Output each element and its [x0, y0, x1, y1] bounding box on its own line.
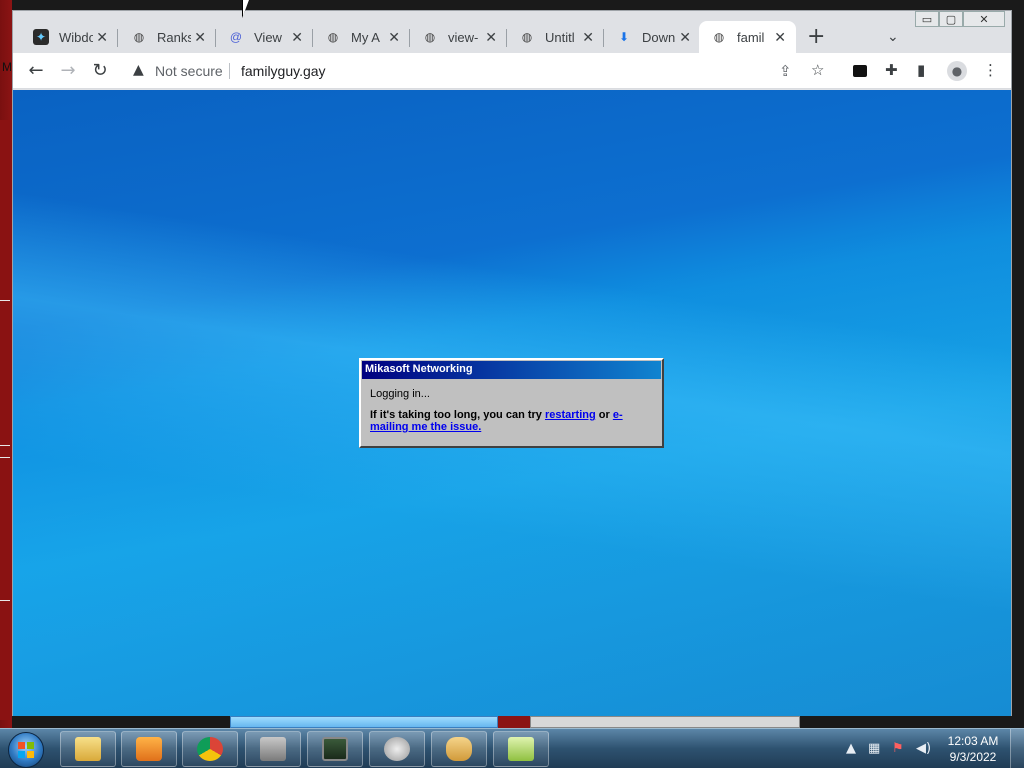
desktop-side-strip [0, 120, 12, 720]
share-icon[interactable]: ⇪ [779, 62, 792, 80]
tab-ranks[interactable]: ◍ Ranks ✕ [119, 21, 216, 53]
tab-title: Wibdo [59, 29, 93, 45]
tab-title: view- [448, 29, 479, 45]
taskbar: ▲ ▦ ⚑ ◀) 12:03 AM 9/3/2022 [0, 728, 1024, 768]
taskbar-media-player[interactable] [121, 731, 177, 767]
login-dialog: Mikasoft Networking Logging in... If it'… [359, 358, 664, 448]
close-tab-icon[interactable]: ✕ [679, 29, 691, 46]
dialog-status: Logging in... [370, 388, 430, 400]
dialog-title[interactable]: Mikasoft Networking [362, 361, 661, 379]
tab-title: famil [737, 29, 765, 45]
lock-icon [260, 737, 286, 761]
restart-link[interactable]: restarting [545, 409, 596, 421]
address-bar[interactable]: ▲ Not secure familyguy.gay ⇪ [125, 57, 815, 85]
handshake-icon [446, 737, 472, 761]
taskbar-handshake[interactable] [431, 731, 487, 767]
page-viewport: Mikasoft Networking Logging in... If it'… [13, 90, 1011, 716]
dialog-message: If it's taking too long, you can try res… [370, 409, 653, 433]
taskbar-chrome[interactable] [182, 731, 238, 767]
back-arrow-icon[interactable]: ← [25, 60, 47, 81]
message-text: If it's taking too long, you can try [370, 409, 542, 421]
globe-icon: ◍ [327, 30, 339, 44]
close-tab-icon[interactable]: ✕ [582, 29, 594, 46]
close-tab-icon[interactable]: ✕ [96, 29, 108, 46]
paint-icon [508, 737, 534, 761]
address-separator [229, 63, 230, 79]
volume-icon[interactable]: ◀) [916, 741, 931, 756]
windows-logo-icon [18, 742, 34, 758]
puzzle-icon[interactable]: ✚ [885, 61, 898, 79]
tab-downloads[interactable]: ⬇ Down ✕ [604, 21, 701, 53]
background-window-bar [230, 716, 498, 728]
globe-icon: ◍ [713, 30, 725, 44]
reload-icon[interactable]: ↻ [89, 60, 111, 81]
warning-icon[interactable]: ▲ [133, 62, 144, 78]
security-label[interactable]: Not secure [155, 63, 223, 79]
tab-view[interactable]: @ View ✕ [216, 21, 313, 53]
side-panel-icon[interactable]: ▮ [917, 61, 925, 79]
close-tab-icon[interactable]: ✕ [194, 29, 206, 46]
show-desktop-button[interactable] [1010, 729, 1024, 768]
message-text: or [598, 409, 610, 421]
tab-familyguy[interactable]: ◍ famil ✕ [699, 21, 796, 53]
speaker-icon [384, 737, 410, 761]
globe-icon: ◍ [133, 30, 145, 44]
folder-icon [75, 737, 101, 761]
browser-window: ▭ ▢ ✕ ✦ Wibdo ✕ ◍ Ranks ✕ @ View ✕ ◍ My … [12, 10, 1012, 716]
browser-toolbar: ← → ↻ ▲ Not secure familyguy.gay ⇪ ☆ ✚ ▮… [13, 53, 1011, 89]
tab-title: My A [351, 29, 380, 45]
monitor-icon [322, 737, 348, 761]
tab-search-chevron-icon[interactable]: ⌄ [887, 29, 899, 45]
desktop-gap [498, 716, 530, 728]
network-icon[interactable]: ▦ [868, 741, 880, 756]
stamp-icon: ✦ [33, 29, 49, 45]
chrome-icon [197, 737, 223, 761]
download-icon: ⬇ [618, 30, 630, 44]
clock-date: 9/3/2022 [949, 750, 997, 764]
profile-avatar-icon[interactable]: ● [947, 61, 967, 81]
tab-separator [117, 29, 118, 47]
bookmark-star-icon[interactable]: ☆ [811, 61, 824, 79]
tab-title: Ranks [157, 29, 191, 45]
tab-wibdo[interactable]: ✦ Wibdo ✕ [21, 21, 118, 53]
extension-icon[interactable] [853, 65, 867, 77]
taskbar-explorer[interactable] [60, 731, 116, 767]
tab-title: View [254, 29, 282, 45]
tab-title: Untitl [545, 29, 575, 45]
taskbar-clock[interactable]: 12:03 AM 9/3/2022 [944, 733, 1002, 765]
dialog-body: Logging in... If it's taking too long, y… [361, 380, 662, 450]
globe-icon: ◍ [521, 30, 533, 44]
background-window-bar [530, 716, 800, 728]
tab-view-source[interactable]: ◍ view- ✕ [410, 21, 507, 53]
tab-title: Down [642, 29, 676, 45]
globe-icon: ◍ [424, 30, 436, 44]
tab-untitled[interactable]: ◍ Untitl ✕ [507, 21, 604, 53]
action-center-icon[interactable]: ⚑ [892, 741, 904, 756]
at-icon: @ [229, 30, 243, 44]
tab-my-account[interactable]: ◍ My A ✕ [313, 21, 410, 53]
close-tab-icon[interactable]: ✕ [485, 29, 497, 46]
start-button[interactable] [8, 732, 44, 768]
close-tab-icon[interactable]: ✕ [774, 29, 786, 46]
taskbar-task-manager[interactable] [307, 731, 363, 767]
taskbar-speaker[interactable] [369, 731, 425, 767]
media-player-icon [136, 737, 162, 761]
forward-arrow-icon[interactable]: → [57, 60, 79, 81]
url-text[interactable]: familyguy.gay [241, 63, 326, 79]
tray-overflow-icon[interactable]: ▲ [846, 741, 856, 756]
clock-time: 12:03 AM [947, 734, 999, 748]
desktop-edge-text: M [2, 60, 12, 74]
new-tab-button[interactable]: + [807, 25, 825, 49]
taskbar-paint-tool[interactable] [493, 731, 549, 767]
mouse-cursor-icon [243, 0, 255, 16]
menu-kebab-icon[interactable]: ⋮ [983, 61, 998, 79]
tab-strip: ✦ Wibdo ✕ ◍ Ranks ✕ @ View ✕ ◍ My A ✕ ◍ … [13, 19, 1013, 53]
taskbar-security-tool[interactable] [245, 731, 301, 767]
close-tab-icon[interactable]: ✕ [388, 29, 400, 46]
close-tab-icon[interactable]: ✕ [291, 29, 303, 46]
